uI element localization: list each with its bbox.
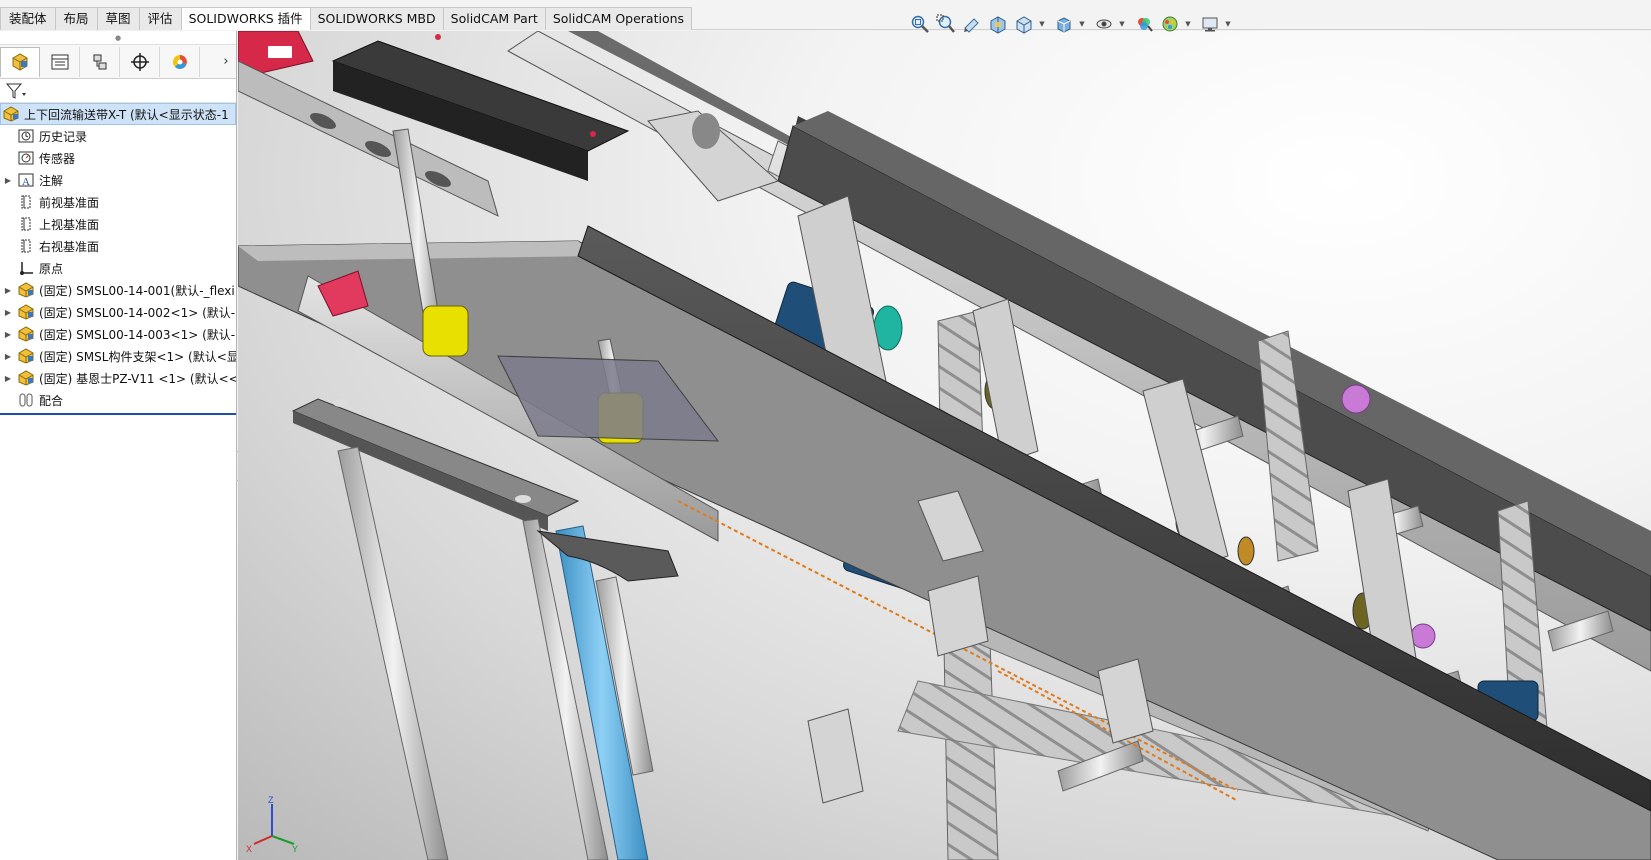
- tab-solidworks-mbd[interactable]: SOLIDWORKS MBD: [309, 7, 444, 30]
- tab-sketch[interactable]: 草图: [96, 7, 140, 30]
- tree-item-label: 右视基准面: [39, 239, 100, 254]
- sensor-icon: [16, 149, 36, 167]
- manager-tabs: ›: [0, 45, 236, 79]
- configuration-manager-icon[interactable]: [80, 46, 120, 77]
- tree-item[interactable]: 右视基准面: [0, 235, 236, 257]
- triad-y-label: Y: [292, 844, 298, 854]
- history-icon: [16, 127, 36, 145]
- expand-arrow-icon[interactable]: ▶: [0, 330, 16, 339]
- annotation-icon: A: [16, 171, 36, 189]
- coordinate-triad: Z Y X: [246, 795, 298, 854]
- tree-item[interactable]: 原点: [0, 257, 236, 279]
- tree-item[interactable]: 上视基准面: [0, 213, 236, 235]
- ribbon-tabs: 装配体 布局 草图 评估 SOLIDWORKS 插件 SOLIDWORKS MB…: [0, 7, 693, 30]
- tree-item-label: 注解: [39, 173, 64, 188]
- tree-item[interactable]: ▶ (固定) SMSL00-14-002<1> (默认-: [0, 301, 236, 323]
- expand-arrow-icon[interactable]: ▶: [0, 374, 16, 383]
- chevron-down-icon[interactable]: ▼: [1078, 13, 1086, 35]
- zoom-to-area-icon[interactable]: [934, 13, 958, 35]
- chevron-down-icon[interactable]: ▼: [1224, 13, 1232, 35]
- svg-text:A: A: [22, 176, 30, 188]
- expand-arrow-icon[interactable]: ▶: [0, 308, 16, 317]
- view-settings-icon[interactable]: [1198, 13, 1222, 35]
- tab-solidcam-operations[interactable]: SolidCAM Operations: [544, 7, 693, 30]
- tree-item[interactable]: ▶ (固定) SMSL00-14-001(默认-_flexi: [0, 279, 236, 301]
- tree-item-label: 配合: [39, 393, 64, 408]
- tree-item-label: (固定) SMSL00-14-003<1> (默认-: [39, 327, 236, 342]
- expand-arrow-icon[interactable]: ▶: [0, 176, 16, 185]
- feature-manager-panel: ● › 上下回流输送带X-T (默认<显示状态-1 历史记录传感器 ▶ A 注解前视基…: [0, 31, 242, 860]
- view-orientation-icon[interactable]: [1012, 13, 1036, 35]
- assembly-icon: [16, 369, 36, 387]
- tree-item-label: 历史记录: [39, 129, 88, 144]
- zoom-to-fit-icon[interactable]: [908, 13, 932, 35]
- chevron-down-icon[interactable]: ▼: [1184, 13, 1192, 35]
- tree-item-label: (固定) 基恩士PZ-V11 <1> (默认<<: [39, 371, 236, 386]
- tree-item-label: 前视基准面: [39, 195, 100, 210]
- tree-item-label: (固定) SMSL构件支架<1> (默认<显: [39, 349, 236, 364]
- chevron-right-icon[interactable]: ›: [216, 54, 236, 69]
- plane-icon: [16, 215, 36, 233]
- command-manager-tabbar: 装配体 布局 草图 评估 SOLIDWORKS 插件 SOLIDWORKS MB…: [0, 0, 1651, 30]
- tree-item[interactable]: 前视基准面: [0, 191, 236, 213]
- assembly-model-view[interactable]: [238, 31, 1651, 860]
- heads-up-view-toolbar: ▼ ▼ ▼ ▼ ▼: [908, 12, 1236, 36]
- dimxpert-manager-icon[interactable]: [120, 46, 160, 77]
- filter-icon[interactable]: [5, 82, 27, 100]
- assembly-icon: [16, 303, 36, 321]
- expand-arrow-icon[interactable]: ▶: [0, 352, 16, 361]
- chevron-down-icon[interactable]: ▼: [1118, 13, 1126, 35]
- tree-root-label: 上下回流输送带X-T (默认<显示状态-1: [24, 107, 229, 122]
- origin-icon: [16, 259, 36, 277]
- tree-item[interactable]: 配合: [0, 389, 236, 411]
- blue-air-cylinder: [337, 446, 654, 860]
- apply-scene-icon[interactable]: [1158, 13, 1182, 35]
- triad-y-axis: [271, 835, 295, 845]
- tree-item[interactable]: 传感器: [0, 147, 236, 169]
- tab-assembly[interactable]: 装配体: [0, 7, 56, 30]
- display-manager-icon[interactable]: [160, 46, 200, 77]
- tree-item-label: (固定) SMSL00-14-002<1> (默认-: [39, 305, 236, 320]
- tree-item-label: 上视基准面: [39, 217, 100, 232]
- property-manager-icon[interactable]: [40, 46, 80, 77]
- panel-grip[interactable]: ●: [0, 31, 236, 45]
- triad-x-axis: [253, 835, 273, 845]
- expand-arrow-icon[interactable]: ▶: [0, 286, 16, 295]
- feature-tree: 上下回流输送带X-T (默认<显示状态-1 历史记录传感器 ▶ A 注解前视基准面上视…: [0, 103, 236, 415]
- assembly-icon: [1, 105, 21, 123]
- previous-view-icon[interactable]: [960, 13, 984, 35]
- tree-item-label: 原点: [39, 261, 64, 276]
- tree-item[interactable]: ▶ (固定) SMSL构件支架<1> (默认<显: [0, 345, 236, 367]
- tree-item-label: (固定) SMSL00-14-001(默认-_flexi: [39, 283, 235, 298]
- tab-layout[interactable]: 布局: [54, 7, 98, 30]
- tab-evaluate[interactable]: 评估: [138, 7, 182, 30]
- graphics-area[interactable]: Z Y X: [238, 31, 1651, 860]
- tree-root-assembly[interactable]: 上下回流输送带X-T (默认<显示状态-1: [0, 103, 236, 125]
- tree-item[interactable]: 历史记录: [0, 125, 236, 147]
- section-view-icon[interactable]: [986, 13, 1010, 35]
- chevron-down-icon[interactable]: ▼: [1038, 13, 1046, 35]
- plane-icon: [16, 193, 36, 211]
- triad-z-label: Z: [268, 795, 274, 805]
- hide-show-items-icon[interactable]: [1092, 13, 1116, 35]
- edit-appearance-icon[interactable]: [1132, 13, 1156, 35]
- tree-end-marker: [0, 413, 236, 415]
- tree-item-label: 传感器: [39, 151, 76, 166]
- tab-solidworks-addins[interactable]: SOLIDWORKS 插件: [180, 7, 311, 30]
- assembly-icon: [16, 281, 36, 299]
- tab-solidcam-part[interactable]: SolidCAM Part: [442, 7, 546, 30]
- tree-item[interactable]: ▶ A 注解: [0, 169, 236, 191]
- assembly-icon: [16, 347, 36, 365]
- display-style-icon[interactable]: [1052, 13, 1076, 35]
- tree-item[interactable]: ▶ (固定) 基恩士PZ-V11 <1> (默认<<: [0, 367, 236, 389]
- assembly-icon: [16, 325, 36, 343]
- tree-filter[interactable]: [0, 79, 236, 103]
- mates-icon: [16, 391, 36, 409]
- tree-item[interactable]: ▶ (固定) SMSL00-14-003<1> (默认-: [0, 323, 236, 345]
- plane-icon: [16, 237, 36, 255]
- feature-manager-icon[interactable]: [0, 46, 40, 77]
- c-bracket: [536, 530, 679, 582]
- triad-x-label: X: [246, 844, 252, 854]
